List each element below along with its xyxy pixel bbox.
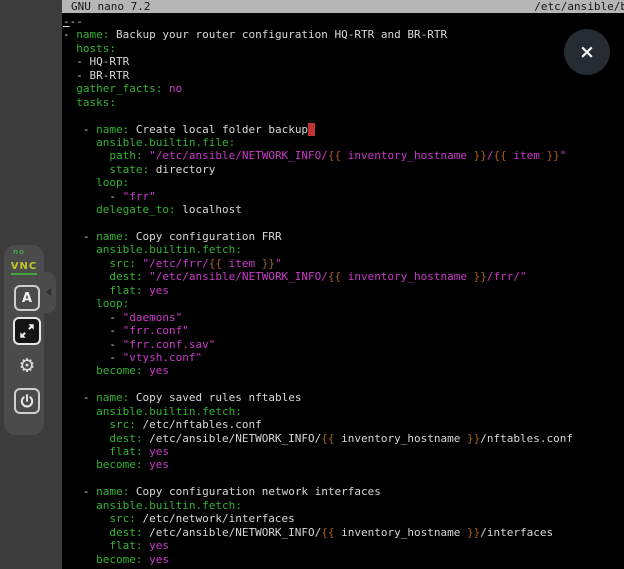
fullscreen-icon bbox=[19, 323, 35, 339]
code-line: gather_facts: no bbox=[63, 82, 624, 95]
nano-version-title: GNU nano 7.2 bbox=[71, 0, 150, 13]
code-line: - "vtysh.conf" bbox=[63, 351, 624, 364]
code-line: - BR-RTR bbox=[63, 69, 624, 82]
code-line: dest: "/etc/ansible/NETWORK_INFO/{{ inve… bbox=[63, 270, 624, 283]
code-line bbox=[63, 378, 624, 391]
settings-button[interactable]: ⚙ bbox=[14, 352, 40, 378]
code-line: become: yes bbox=[63, 458, 624, 471]
code-line: ansible.builtin.file: bbox=[63, 136, 624, 149]
fullscreen-button[interactable] bbox=[13, 317, 41, 345]
novnc-control-bar: no VNC A ⚙ bbox=[4, 245, 44, 435]
code-line: - name: Copy configuration network inter… bbox=[63, 485, 624, 498]
code-line: ansible.builtin.fetch: bbox=[63, 499, 624, 512]
close-button[interactable]: × bbox=[564, 29, 610, 75]
code-line: - "frr" bbox=[63, 190, 624, 203]
code-line: become: yes bbox=[63, 364, 624, 377]
code-line bbox=[63, 109, 624, 122]
novnc-logo-no: no bbox=[4, 249, 44, 256]
keyboard-icon: A bbox=[22, 291, 32, 306]
code-line: - name: Copy configuration FRR bbox=[63, 230, 624, 243]
code-area: ---- name: Backup your router configurat… bbox=[62, 13, 624, 566]
code-line: state: directory bbox=[63, 163, 624, 176]
code-line: --- bbox=[63, 15, 624, 28]
novnc-logo: no VNC bbox=[4, 249, 44, 275]
code-line: src: "/etc/frr/{{ item }}" bbox=[63, 257, 624, 270]
code-line: flat: yes bbox=[63, 539, 624, 552]
collapse-arrow-icon bbox=[46, 288, 51, 296]
code-line: delegate_to: localhost bbox=[63, 203, 624, 216]
code-line: path: "/etc/ansible/NETWORK_INFO/{{ inve… bbox=[63, 149, 624, 162]
code-line: src: /etc/nftables.conf bbox=[63, 418, 624, 431]
code-line: - name: Create local folder backup bbox=[63, 123, 624, 136]
code-line: - name: Backup your router configuration… bbox=[63, 28, 624, 41]
file-path: /etc/ansible/b bbox=[534, 0, 624, 13]
code-line: - "daemons" bbox=[63, 311, 624, 324]
code-line: dest: /etc/ansible/NETWORK_INFO/{{ inven… bbox=[63, 526, 624, 539]
keyboard-button[interactable]: A bbox=[14, 285, 40, 311]
code-line: - HQ-RTR bbox=[63, 55, 624, 68]
code-line: dest: /etc/ansible/NETWORK_INFO/{{ inven… bbox=[63, 432, 624, 445]
novnc-logo-vnc: VNC bbox=[11, 262, 37, 275]
code-line: ansible.builtin.fetch: bbox=[63, 243, 624, 256]
code-line: flat: yes bbox=[63, 445, 624, 458]
code-line bbox=[63, 472, 624, 485]
code-line: become: yes bbox=[63, 553, 624, 566]
code-line: - "frr.conf" bbox=[63, 324, 624, 337]
code-line: ansible.builtin.fetch: bbox=[63, 405, 624, 418]
control-bar-handle[interactable] bbox=[43, 272, 56, 313]
text-cursor bbox=[308, 123, 315, 136]
close-icon: × bbox=[579, 43, 595, 62]
vnc-sidebar: no VNC A ⚙ bbox=[0, 0, 62, 569]
code-line: - "frr.conf.sav" bbox=[63, 338, 624, 351]
code-line: - name: Copy saved rules nftables bbox=[63, 391, 624, 404]
code-line bbox=[63, 217, 624, 230]
code-line: loop: bbox=[63, 297, 624, 310]
code-line: flat: yes bbox=[63, 284, 624, 297]
power-icon bbox=[19, 393, 35, 409]
code-line: loop: bbox=[63, 176, 624, 189]
gear-icon: ⚙ bbox=[20, 354, 34, 377]
terminal-screen[interactable]: ---- name: Backup your router configurat… bbox=[62, 13, 624, 569]
nano-titlebar: GNU nano 7.2 /etc/ansible/b bbox=[62, 0, 624, 13]
code-line: src: /etc/network/interfaces bbox=[63, 512, 624, 525]
code-line: hosts: bbox=[63, 42, 624, 55]
power-button[interactable] bbox=[14, 388, 40, 414]
code-line: tasks: bbox=[63, 96, 624, 109]
